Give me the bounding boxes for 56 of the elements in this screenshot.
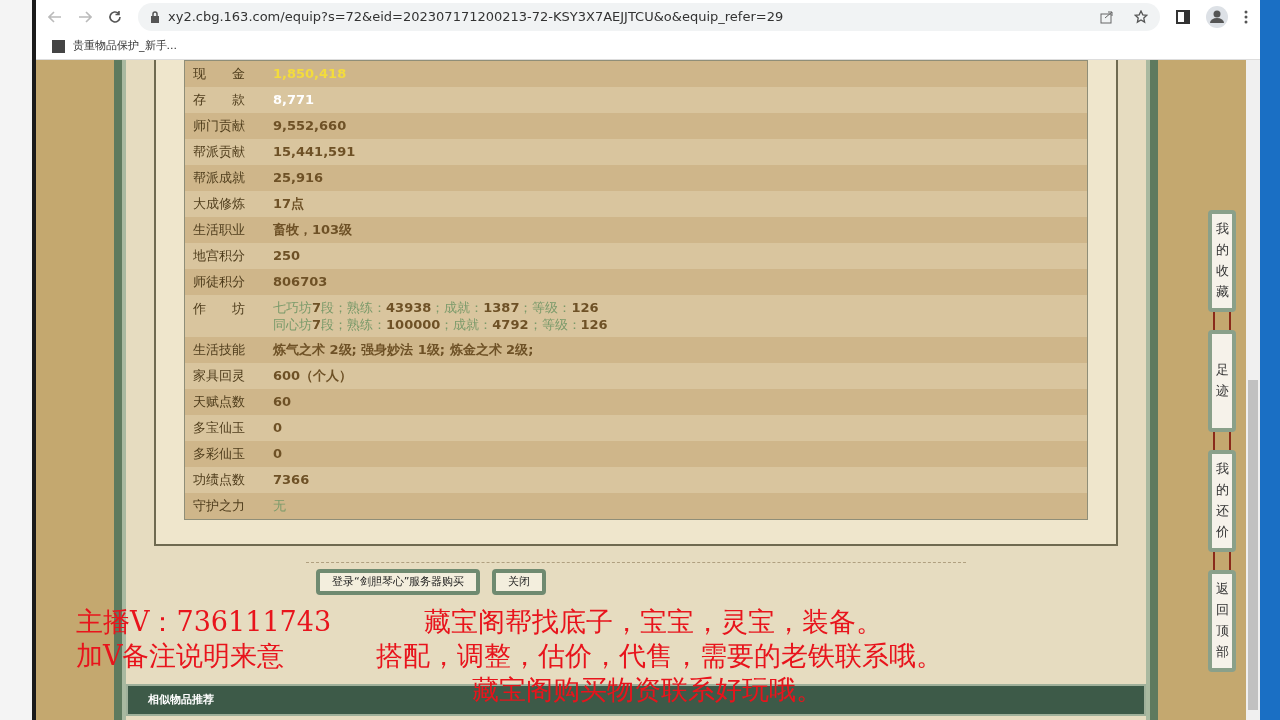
url-text: xy2.cbg.163.com/equip?s=72&eid=202307171200213-72-KSY3X7AEJJTCU&o&equip_refer=29 xyxy=(168,8,785,27)
close-button[interactable]: 关闭 xyxy=(492,569,547,595)
workshop-line: 同心坊7段；熟练：100000；成就：4792；等级：126 xyxy=(273,316,608,333)
field-value: 806703 xyxy=(273,273,328,292)
field-value: 炼气之术 2级; 强身妙法 1级; 炼金之术 2级; xyxy=(273,341,534,360)
profile-icon[interactable] xyxy=(1206,6,1228,28)
field-value: 畜牧，103级 xyxy=(273,221,353,240)
field-label: 作 坊 xyxy=(193,300,246,318)
field-value: 9,552,660 xyxy=(273,117,347,136)
field-label: 守护之力 xyxy=(193,497,246,516)
bookmark-link[interactable]: 贵重物品保护_新手... xyxy=(73,38,177,55)
field-value: 无 xyxy=(273,497,286,516)
field-label: 大成修炼 xyxy=(193,195,246,214)
sidebar-icon[interactable] xyxy=(1176,10,1190,24)
buy-button[interactable]: 登录“剑胆琴心”服务器购买 xyxy=(316,569,481,595)
field-label: 生活技能 xyxy=(193,341,246,360)
address-bar[interactable]: xy2.cbg.163.com/equip?s=72&eid=202307171200213-72-KSY3X7AEJJTCU&o&equip_refer=29 xyxy=(138,3,1160,31)
field-value: 0 xyxy=(273,445,283,464)
field-label: 家具回灵 xyxy=(193,367,246,386)
side-nav-button[interactable]: 我的收藏 xyxy=(1208,210,1236,312)
field-label: 天赋点数 xyxy=(193,393,246,412)
field-label: 帮派成就 xyxy=(193,169,246,188)
side-nav-button[interactable]: 足迹 xyxy=(1208,330,1236,432)
lock-icon xyxy=(150,11,160,23)
bookmark-icon xyxy=(52,40,65,53)
field-label: 师门贡献 xyxy=(193,117,246,136)
field-label: 地宫积分 xyxy=(193,247,246,266)
field-label: 现 金 xyxy=(193,65,246,84)
share-icon[interactable] xyxy=(1100,10,1114,24)
field-label: 多宝仙玉 xyxy=(193,419,246,438)
menu-icon[interactable] xyxy=(1244,10,1248,24)
star-icon[interactable] xyxy=(1134,10,1148,24)
reload-icon[interactable] xyxy=(108,10,122,24)
field-value: 250 xyxy=(273,247,301,266)
field-value: 1,850,418 xyxy=(273,65,347,84)
field-value: 0 xyxy=(273,419,283,438)
field-value: 60 xyxy=(273,393,292,412)
field-value: 600（个人） xyxy=(273,367,353,386)
section-title: 相似物品推荐 xyxy=(148,691,214,708)
side-nav-button[interactable]: 我的还价 xyxy=(1208,450,1236,552)
overlay-text: 藏宝阁帮找底子，宝宝，灵宝，装备。 xyxy=(424,605,883,639)
field-label: 师徒积分 xyxy=(193,273,246,292)
field-label: 生活职业 xyxy=(193,221,246,240)
field-label: 存 款 xyxy=(193,91,246,110)
field-value: 15,441,591 xyxy=(273,143,356,162)
field-label: 多彩仙玉 xyxy=(193,445,246,464)
field-value: 25,916 xyxy=(273,169,324,188)
field-label: 帮派贡献 xyxy=(193,143,246,162)
overlay-text: 搭配，调整，估价，代售，需要的老铁联系哦。 xyxy=(376,639,943,673)
side-nav-button[interactable]: 返回顶部 xyxy=(1208,570,1236,672)
field-label: 功绩点数 xyxy=(193,471,246,490)
field-value: 8,771 xyxy=(273,91,315,110)
field-value: 7366 xyxy=(273,471,310,490)
workshop-line: 七巧坊7段；熟练：43938；成就：1387；等级：126 xyxy=(273,299,600,316)
scrollbar-thumb[interactable] xyxy=(1248,380,1258,710)
field-value: 17点 xyxy=(273,195,305,214)
